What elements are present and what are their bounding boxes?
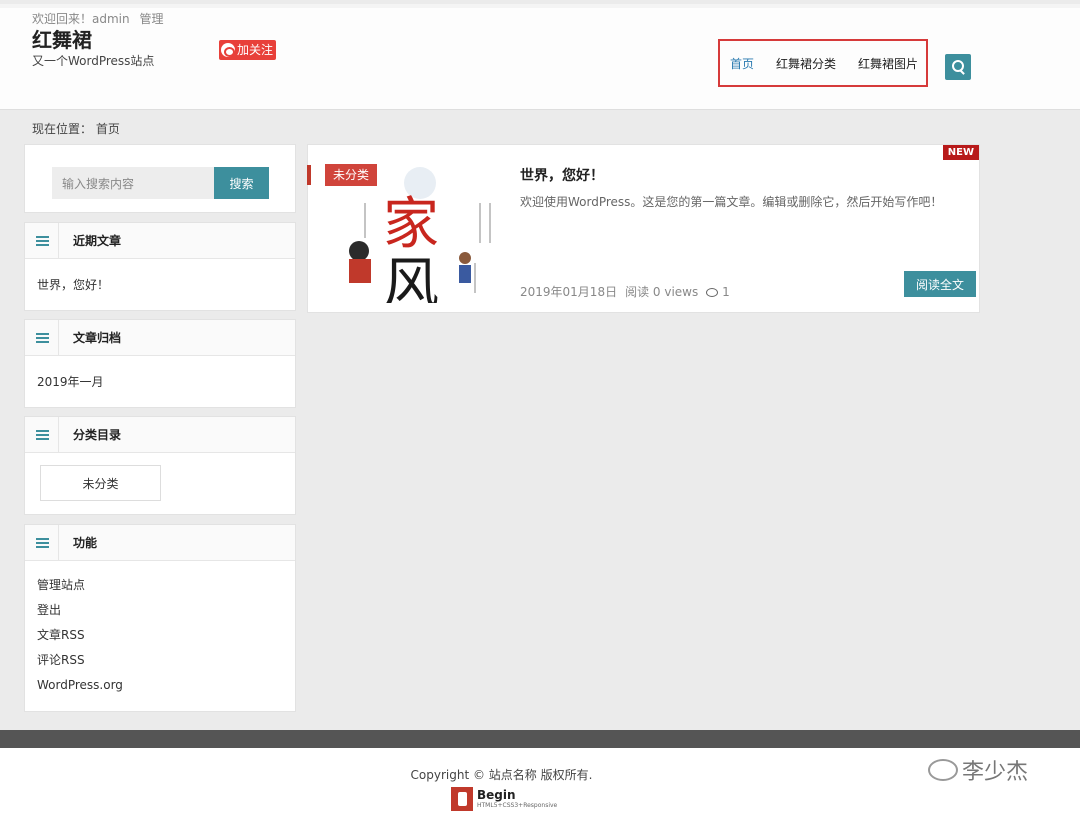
menu-icon xyxy=(25,320,59,355)
function-link-entries-rss[interactable]: 文章RSS xyxy=(37,623,283,648)
recent-post-link[interactable]: 世界，您好！ xyxy=(37,276,283,293)
menu-icon xyxy=(25,417,59,452)
function-link-logout[interactable]: 登出 xyxy=(37,598,283,623)
widget-header: 功能 xyxy=(25,525,295,561)
widget-header: 分类目录 xyxy=(25,417,295,453)
recent-posts-widget: 近期文章 世界，您好！ xyxy=(24,222,296,311)
site-header: 欢迎回来！admin 管理 红舞裙 又一个WordPress站点 加关注 首页 … xyxy=(0,4,1080,110)
widget-title: 文章归档 xyxy=(73,331,122,345)
nav-item-categories[interactable]: 红舞裙分类 xyxy=(776,55,836,72)
function-link-manage[interactable]: 管理站点 xyxy=(37,573,283,598)
manage-link[interactable]: 管理 xyxy=(139,12,163,26)
widget-title: 分类目录 xyxy=(73,428,122,442)
begin-logo-text: Begin HTML5+CSS3+Responsive xyxy=(477,787,558,810)
read-more-button[interactable]: 阅读全文 xyxy=(904,271,976,297)
search-widget: 输入搜索内容 搜索 xyxy=(24,144,296,213)
post-views: 阅读 0 views xyxy=(625,285,699,299)
watermark: 李少杰 xyxy=(928,754,1028,786)
site-description: 又一个WordPress站点 xyxy=(32,54,155,68)
thumb-char-1: 家 xyxy=(383,192,439,257)
post-excerpt: 欢迎使用WordPress。这是您的第一篇文章。编辑或删除它，然后开始写作吧！ xyxy=(520,195,943,209)
nav-item-images[interactable]: 红舞裙图片 xyxy=(858,55,918,72)
functions-widget: 功能 管理站点 登出 文章RSS 评论RSS WordPress.org xyxy=(24,524,296,712)
menu-icon xyxy=(25,223,59,258)
weibo-follow-label: 加关注 xyxy=(237,43,274,57)
header-search-button[interactable] xyxy=(945,54,971,80)
post-title[interactable]: 世界，您好！ xyxy=(520,165,604,185)
widget-body: 管理站点 登出 文章RSS 评论RSS WordPress.org xyxy=(25,561,295,710)
widget-header: 近期文章 xyxy=(25,223,295,259)
archive-link[interactable]: 2019年一月 xyxy=(37,373,283,390)
post-meta: 2019年01月18日 阅读 0 views 1 xyxy=(520,283,730,300)
top-border xyxy=(0,4,1080,8)
new-badge: NEW xyxy=(942,145,979,160)
search-input[interactable]: 输入搜索内容 xyxy=(52,167,214,199)
comment-icon xyxy=(706,287,719,297)
begin-theme-logo[interactable]: Begin HTML5+CSS3+Responsive xyxy=(451,787,557,811)
post-date: 2019年01月18日 xyxy=(520,285,618,299)
main-nav: 首页 红舞裙分类 红舞裙图片 xyxy=(718,39,928,87)
weibo-icon xyxy=(221,43,235,57)
function-link-wordpress[interactable]: WordPress.org xyxy=(37,673,283,698)
post-category-tag[interactable]: 未分类 xyxy=(325,164,378,186)
widget-body: 2019年一月 xyxy=(25,356,295,402)
begin-logo-title: Begin xyxy=(477,787,516,802)
category-accent-bar xyxy=(307,165,311,185)
widget-body: 未分类 xyxy=(25,453,295,513)
widget-title: 近期文章 xyxy=(73,234,122,248)
thumb-char-2: 风 xyxy=(383,252,439,303)
menu-icon xyxy=(25,525,59,560)
begin-logo-icon xyxy=(451,787,473,811)
begin-logo-subtitle: HTML5+CSS3+Responsive xyxy=(477,801,558,809)
footer-bar xyxy=(0,730,1080,748)
watermark-text: 李少杰 xyxy=(962,760,1029,785)
archives-widget: 文章归档 2019年一月 xyxy=(24,319,296,408)
comment-count[interactable]: 1 xyxy=(706,284,730,299)
breadcrumb: 现在位置： 首页 xyxy=(32,122,120,136)
site-footer: Copyright © 站点名称 版权所有. Begin HTML5+CSS3+… xyxy=(0,748,1080,818)
function-link-comments-rss[interactable]: 评论RSS xyxy=(37,648,283,673)
comment-count-value: 1 xyxy=(722,284,730,299)
widget-header: 文章归档 xyxy=(25,320,295,356)
post-card: 家 风 未分类 NEW 世界，您好！ 欢迎使用WordPress。这是您的第一篇… xyxy=(307,144,980,313)
nav-item-home[interactable]: 首页 xyxy=(730,55,754,72)
categories-widget: 分类目录 未分类 xyxy=(24,416,296,515)
wechat-icon xyxy=(928,759,958,781)
category-link[interactable]: 未分类 xyxy=(40,465,161,501)
weibo-follow-button[interactable]: 加关注 xyxy=(219,40,277,60)
widget-body: 世界，您好！ xyxy=(25,259,295,305)
search-submit-button[interactable]: 搜索 xyxy=(214,167,269,199)
widget-title: 功能 xyxy=(73,536,98,550)
site-title[interactable]: 红舞裙 xyxy=(32,24,92,53)
copyright-text: Copyright © 站点名称 版权所有. xyxy=(410,768,593,782)
